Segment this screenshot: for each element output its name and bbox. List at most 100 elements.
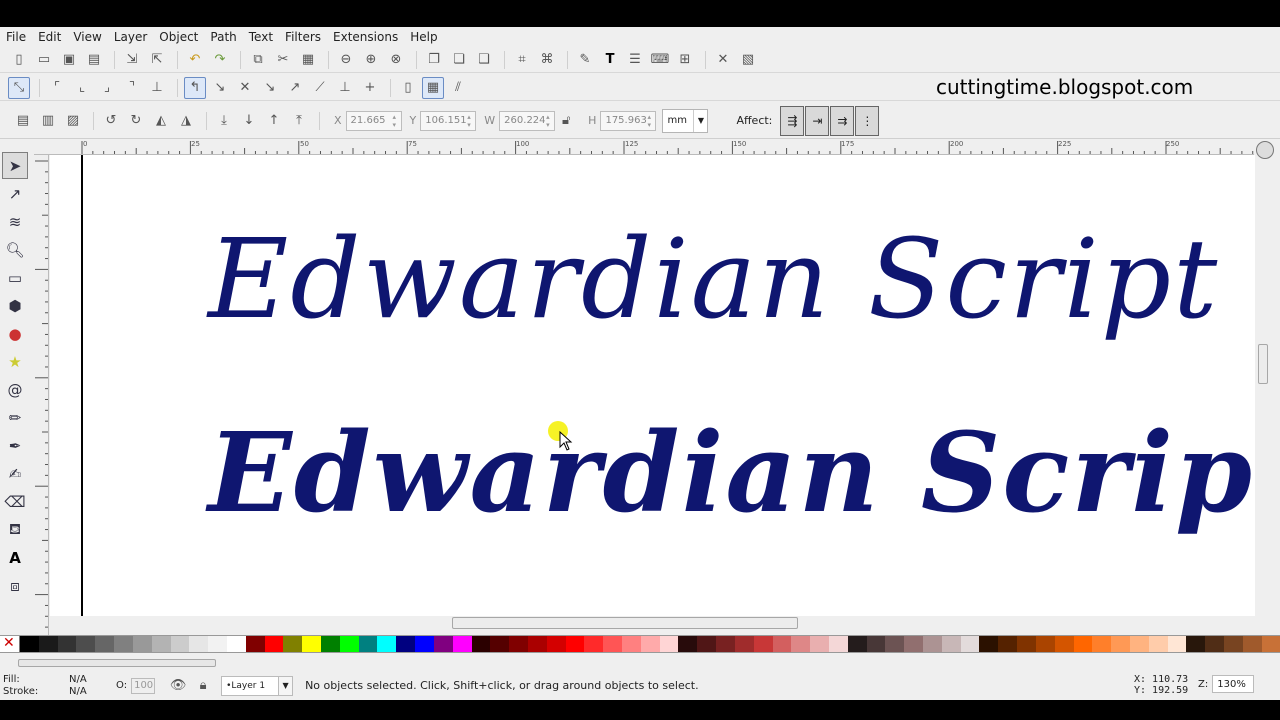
color-swatch[interactable] [170, 636, 190, 652]
tweak-tool-icon[interactable]: ≋ [2, 208, 28, 235]
eraser-tool-icon[interactable]: ⌫ [2, 488, 28, 515]
w-field[interactable]: 260.224 [499, 110, 556, 131]
node-tool-icon[interactable]: ↗ [2, 180, 28, 207]
color-swatch[interactable] [1148, 636, 1168, 652]
color-swatch[interactable] [659, 636, 679, 652]
color-swatch[interactable] [245, 636, 265, 652]
opacity-input[interactable]: 100 [131, 677, 156, 694]
horizontal-scroll-thumb[interactable] [452, 617, 798, 629]
snap-bbox-corner-icon[interactable]: ⌟ [96, 77, 118, 99]
color-swatch[interactable] [264, 636, 284, 652]
calligraphy-tool-icon[interactable]: ✍ [2, 460, 28, 487]
zoom-input[interactable]: 130% [1212, 675, 1255, 693]
group-icon[interactable]: ⌗ [511, 49, 533, 71]
color-swatch[interactable] [565, 636, 585, 652]
menu-edit[interactable]: Edit [38, 30, 61, 44]
flip-horizontal-icon[interactable]: ◭ [150, 110, 172, 132]
color-swatch[interactable] [1261, 636, 1280, 652]
color-swatch[interactable] [979, 636, 999, 652]
color-swatch[interactable] [885, 636, 905, 652]
color-swatch[interactable] [1224, 636, 1243, 652]
y-field[interactable]: 106.151 [420, 110, 477, 131]
connector-tool-icon[interactable]: ⧈ [2, 572, 28, 599]
align-distribute-icon[interactable]: ⊞ [674, 49, 696, 71]
new-document-icon[interactable]: ▯ [8, 49, 30, 71]
menu-object[interactable]: Object [159, 30, 198, 44]
snap-bbox-center-icon[interactable]: ⊥ [146, 77, 168, 99]
color-swatch[interactable] [490, 636, 510, 652]
deselect-icon[interactable]: ▨ [62, 110, 84, 132]
star-tool-icon[interactable]: ★ [2, 348, 28, 375]
color-swatch[interactable] [960, 636, 980, 652]
redo-icon[interactable]: ↷ [209, 49, 231, 71]
lock-icon[interactable]: 🔓︎ [555, 110, 577, 132]
color-swatch[interactable] [546, 636, 566, 652]
zoom-correction-icon[interactable] [1256, 141, 1274, 159]
3d-box-tool-icon[interactable]: ⬢ [2, 292, 28, 319]
drawing-canvas[interactable]: Edwardian Script Edwardian Script [50, 155, 1255, 616]
color-swatch[interactable] [527, 636, 547, 652]
vertical-scrollbar[interactable] [1256, 164, 1270, 614]
color-swatch[interactable] [791, 636, 811, 652]
color-swatch[interactable] [847, 636, 867, 652]
snap-rotation-center-icon[interactable]: + [359, 77, 381, 99]
x-field[interactable]: 21.665 [345, 110, 402, 131]
pen-tool-icon[interactable]: ✒ [2, 432, 28, 459]
import-icon[interactable]: ⇲ [121, 49, 143, 71]
snap-page-border-icon[interactable]: ▯ [397, 77, 419, 99]
menu-view[interactable]: View [73, 30, 101, 44]
menu-help[interactable]: Help [410, 30, 437, 44]
rectangle-tool-icon[interactable]: ▭ [2, 264, 28, 291]
raise-to-top-icon[interactable]: ⤒ [288, 110, 310, 132]
color-swatch[interactable] [904, 636, 923, 652]
color-swatch[interactable] [76, 636, 96, 652]
affect-patterns-button[interactable]: ⋮ [855, 105, 880, 136]
color-swatch[interactable] [716, 636, 735, 652]
color-swatch[interactable] [509, 636, 528, 652]
color-swatch[interactable] [772, 636, 792, 652]
text-font-icon[interactable]: T [599, 49, 621, 71]
palette-scroll-thumb[interactable] [18, 659, 216, 667]
color-swatch[interactable] [1111, 636, 1130, 652]
color-swatch[interactable] [810, 636, 829, 652]
menu-filters[interactable]: Filters [285, 30, 321, 44]
zoom-page-icon[interactable]: ⊗ [385, 49, 407, 71]
rotate-cw-icon[interactable]: ↻ [125, 110, 147, 132]
snap-intersections-icon[interactable]: ✕ [234, 77, 256, 99]
color-swatch[interactable] [57, 636, 77, 652]
affect-stroke-width-button[interactable]: ⇶ [780, 105, 805, 136]
layer-select[interactable]: •Layer 1 [221, 675, 280, 696]
color-swatch[interactable] [1167, 636, 1187, 652]
export-icon[interactable]: ⇱ [146, 49, 168, 71]
color-swatch[interactable] [452, 636, 472, 652]
xml-editor-icon[interactable]: ⌨ [649, 49, 671, 71]
color-swatch[interactable] [998, 636, 1018, 652]
affect-gradients-button[interactable]: ⇉ [830, 105, 855, 136]
color-swatch[interactable] [678, 636, 698, 652]
no-paint-swatch[interactable] [0, 635, 20, 652]
color-swatch[interactable] [415, 636, 434, 652]
snap-grid-icon[interactable]: ▦ [422, 76, 444, 99]
color-swatch[interactable] [95, 636, 115, 652]
paint-bucket-tool-icon[interactable]: ⛾ [2, 516, 28, 543]
color-swatch[interactable] [1035, 636, 1055, 652]
color-swatch[interactable] [189, 636, 209, 652]
color-swatch[interactable] [941, 636, 961, 652]
palette-scrollbar[interactable] [18, 658, 1263, 668]
layers-icon[interactable]: ☰ [624, 49, 646, 71]
color-swatch[interactable] [377, 636, 397, 652]
zoom-selection-icon[interactable]: ⊖ [335, 49, 357, 71]
affect-rounded-corners-button[interactable]: ⇥ [805, 105, 830, 136]
zoom-tool-icon[interactable]: 🔍︎ [2, 236, 28, 263]
snap-guide-icon[interactable]: ⫽ [447, 77, 469, 99]
snap-centers-icon[interactable]: ⊥ [334, 77, 356, 99]
duplicate-icon[interactable]: ❐ [423, 49, 445, 71]
color-swatch[interactable] [20, 636, 39, 652]
fill-stroke-indicator[interactable]: Fill: N/A Stroke: N/A [0, 674, 110, 698]
color-swatch[interactable] [622, 636, 641, 652]
rotate-ccw-icon[interactable]: ↺ [100, 110, 122, 132]
unit-select[interactable]: mm ▼ [662, 108, 709, 133]
menu-path[interactable]: Path [210, 30, 236, 44]
h-field[interactable]: 175.963 [600, 110, 657, 131]
print-icon[interactable]: ▤ [83, 49, 105, 71]
